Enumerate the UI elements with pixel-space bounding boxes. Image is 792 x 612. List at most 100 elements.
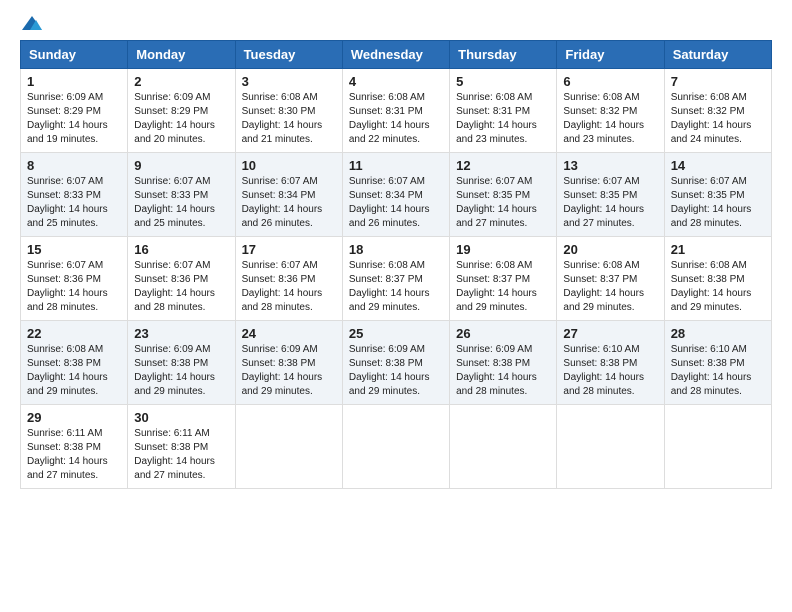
calendar-cell: 8 Sunrise: 6:07 AMSunset: 8:33 PMDaylight… (21, 153, 128, 237)
day-number: 20 (563, 242, 657, 257)
day-number: 28 (671, 326, 765, 341)
calendar-cell: 29 Sunrise: 6:11 AMSunset: 8:38 PMDayligh… (21, 405, 128, 489)
calendar-cell: 3Sunrise: 6:08 AMSunset: 8:30 PMDaylight… (235, 69, 342, 153)
day-number: 4 (349, 74, 443, 89)
day-info: Sunrise: 6:11 AMSunset: 8:38 PMDaylight:… (134, 427, 228, 483)
calendar-header-row: SundayMondayTuesdayWednesdayThursdayFrid… (21, 41, 772, 69)
day-info: Sunrise: 6:08 AMSunset: 8:32 PMDaylight:… (563, 91, 657, 147)
day-info: Sunrise: 6:07 AMSunset: 8:35 PMDaylight:… (563, 175, 657, 231)
day-info: Sunrise: 6:07 AMSunset: 8:33 PMDaylight:… (134, 175, 228, 231)
weekday-header: Tuesday (235, 41, 342, 69)
weekday-header: Monday (128, 41, 235, 69)
day-info: Sunrise: 6:08 AMSunset: 8:32 PMDaylight:… (671, 91, 765, 147)
calendar-cell: 5 Sunrise: 6:08 AMSunset: 8:31 PMDaylight… (450, 69, 557, 153)
day-number: 29 (27, 410, 121, 425)
day-number: 5 (456, 74, 550, 89)
day-number: 21 (671, 242, 765, 257)
calendar-cell: 23 Sunrise: 6:09 AMSunset: 8:38 PMDayligh… (128, 321, 235, 405)
calendar-cell: 19 Sunrise: 6:08 AMSunset: 8:37 PMDayligh… (450, 237, 557, 321)
day-info: Sunrise: 6:07 AMSunset: 8:35 PMDaylight:… (456, 175, 550, 231)
day-number: 7 (671, 74, 765, 89)
day-info: Sunrise: 6:10 AMSunset: 8:38 PMDaylight:… (671, 343, 765, 399)
day-number: 9 (134, 158, 228, 173)
day-number: 10 (242, 158, 336, 173)
day-number: 8 (27, 158, 121, 173)
calendar-cell: 22 Sunrise: 6:08 AMSunset: 8:38 PMDayligh… (21, 321, 128, 405)
day-number: 3 (242, 74, 336, 89)
day-info: Sunrise: 6:09 AMSunset: 8:29 PMDaylight:… (27, 91, 121, 147)
weekday-header: Friday (557, 41, 664, 69)
day-number: 26 (456, 326, 550, 341)
day-number: 19 (456, 242, 550, 257)
calendar-cell (342, 405, 449, 489)
day-info: Sunrise: 6:11 AMSunset: 8:38 PMDaylight:… (27, 427, 121, 483)
day-number: 1 (27, 74, 121, 89)
calendar-cell: 1 Sunrise: 6:09 AMSunset: 8:29 PMDaylight… (21, 69, 128, 153)
day-number: 24 (242, 326, 336, 341)
calendar-week-row: 29 Sunrise: 6:11 AMSunset: 8:38 PMDayligh… (21, 405, 772, 489)
day-number: 11 (349, 158, 443, 173)
calendar-cell: 6 Sunrise: 6:08 AMSunset: 8:32 PMDaylight… (557, 69, 664, 153)
day-number: 27 (563, 326, 657, 341)
calendar-cell: 28 Sunrise: 6:10 AMSunset: 8:38 PMDayligh… (664, 321, 771, 405)
calendar-cell: 12Sunrise: 6:07 AMSunset: 8:35 PMDayligh… (450, 153, 557, 237)
day-info: Sunrise: 6:08 AMSunset: 8:31 PMDaylight:… (456, 91, 550, 147)
day-info: Sunrise: 6:07 AMSunset: 8:36 PMDaylight:… (27, 259, 121, 315)
calendar-cell: 4 Sunrise: 6:08 AMSunset: 8:31 PMDaylight… (342, 69, 449, 153)
day-number: 2 (134, 74, 228, 89)
day-number: 25 (349, 326, 443, 341)
day-info: Sunrise: 6:07 AMSunset: 8:36 PMDaylight:… (242, 259, 336, 315)
day-number: 23 (134, 326, 228, 341)
day-info: Sunrise: 6:09 AMSunset: 8:29 PMDaylight:… (134, 91, 228, 147)
page-header (20, 16, 772, 30)
calendar-cell (235, 405, 342, 489)
day-info: Sunrise: 6:09 AMSunset: 8:38 PMDaylight:… (349, 343, 443, 399)
day-info: Sunrise: 6:08 AMSunset: 8:31 PMDaylight:… (349, 91, 443, 147)
calendar-cell: 24 Sunrise: 6:09 AMSunset: 8:38 PMDayligh… (235, 321, 342, 405)
day-info: Sunrise: 6:09 AMSunset: 8:38 PMDaylight:… (134, 343, 228, 399)
calendar-week-row: 15 Sunrise: 6:07 AMSunset: 8:36 PMDayligh… (21, 237, 772, 321)
day-info: Sunrise: 6:07 AMSunset: 8:33 PMDaylight:… (27, 175, 121, 231)
day-info: Sunrise: 6:07 AMSunset: 8:34 PMDaylight:… (242, 175, 336, 231)
calendar-cell (664, 405, 771, 489)
day-info: Sunrise: 6:09 AMSunset: 8:38 PMDaylight:… (242, 343, 336, 399)
day-number: 6 (563, 74, 657, 89)
calendar-cell: 30 Sunrise: 6:11 AMSunset: 8:38 PMDayligh… (128, 405, 235, 489)
calendar-week-row: 8 Sunrise: 6:07 AMSunset: 8:33 PMDaylight… (21, 153, 772, 237)
day-info: Sunrise: 6:10 AMSunset: 8:38 PMDaylight:… (563, 343, 657, 399)
day-info: Sunrise: 6:07 AMSunset: 8:36 PMDaylight:… (134, 259, 228, 315)
day-number: 16 (134, 242, 228, 257)
logo (20, 16, 42, 30)
day-number: 22 (27, 326, 121, 341)
calendar-cell: 16 Sunrise: 6:07 AMSunset: 8:36 PMDayligh… (128, 237, 235, 321)
calendar-cell: 17 Sunrise: 6:07 AMSunset: 8:36 PMDayligh… (235, 237, 342, 321)
calendar-cell: 13 Sunrise: 6:07 AMSunset: 8:35 PMDayligh… (557, 153, 664, 237)
calendar-cell: 27 Sunrise: 6:10 AMSunset: 8:38 PMDayligh… (557, 321, 664, 405)
day-number: 15 (27, 242, 121, 257)
weekday-header: Wednesday (342, 41, 449, 69)
calendar-cell: 2 Sunrise: 6:09 AMSunset: 8:29 PMDaylight… (128, 69, 235, 153)
calendar-cell: 25 Sunrise: 6:09 AMSunset: 8:38 PMDayligh… (342, 321, 449, 405)
calendar-cell: 21 Sunrise: 6:08 AMSunset: 8:38 PMDayligh… (664, 237, 771, 321)
day-info: Sunrise: 6:08 AMSunset: 8:37 PMDaylight:… (349, 259, 443, 315)
day-info: Sunrise: 6:08 AMSunset: 8:37 PMDaylight:… (456, 259, 550, 315)
calendar-cell: 14Sunrise: 6:07 AMSunset: 8:35 PMDayligh… (664, 153, 771, 237)
day-number: 30 (134, 410, 228, 425)
day-info: Sunrise: 6:08 AMSunset: 8:38 PMDaylight:… (671, 259, 765, 315)
calendar-cell (557, 405, 664, 489)
weekday-header: Sunday (21, 41, 128, 69)
calendar-week-row: 1 Sunrise: 6:09 AMSunset: 8:29 PMDaylight… (21, 69, 772, 153)
logo-icon (22, 16, 42, 30)
weekday-header: Thursday (450, 41, 557, 69)
calendar-week-row: 22 Sunrise: 6:08 AMSunset: 8:38 PMDayligh… (21, 321, 772, 405)
calendar-cell: 26Sunrise: 6:09 AMSunset: 8:38 PMDayligh… (450, 321, 557, 405)
day-number: 13 (563, 158, 657, 173)
calendar-cell: 18 Sunrise: 6:08 AMSunset: 8:37 PMDayligh… (342, 237, 449, 321)
calendar-cell: 20Sunrise: 6:08 AMSunset: 8:37 PMDayligh… (557, 237, 664, 321)
day-info: Sunrise: 6:08 AMSunset: 8:38 PMDaylight:… (27, 343, 121, 399)
day-number: 17 (242, 242, 336, 257)
calendar-cell: 7 Sunrise: 6:08 AMSunset: 8:32 PMDaylight… (664, 69, 771, 153)
weekday-header: Saturday (664, 41, 771, 69)
day-number: 18 (349, 242, 443, 257)
calendar-table: SundayMondayTuesdayWednesdayThursdayFrid… (20, 40, 772, 489)
